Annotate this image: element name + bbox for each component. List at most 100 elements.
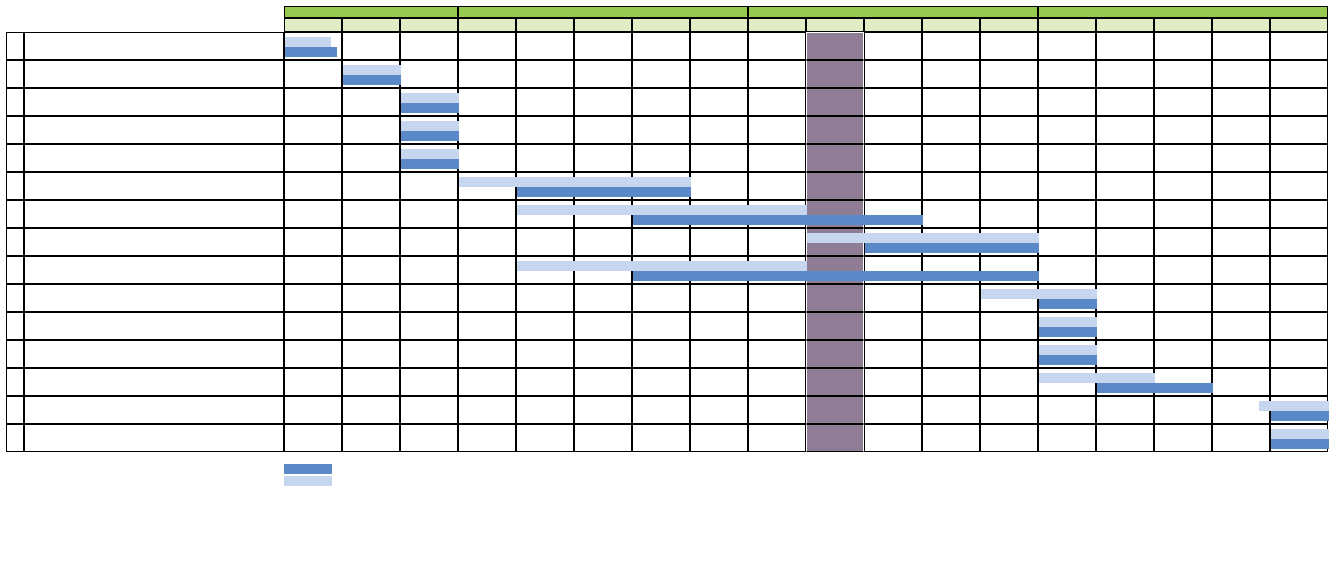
gantt-cell <box>632 340 690 368</box>
month-header-cell <box>748 6 1038 18</box>
gantt-row <box>6 88 1324 116</box>
gantt-cell <box>458 424 516 452</box>
bar-planned <box>517 205 807 215</box>
gantt-cell <box>400 424 458 452</box>
gantt-cell <box>922 368 980 396</box>
bar-planned <box>1271 429 1329 439</box>
row-id-cell <box>6 60 24 88</box>
gantt-row <box>6 200 1324 228</box>
gantt-cell <box>922 172 980 200</box>
bar-actual <box>401 131 459 141</box>
legend <box>284 464 1324 486</box>
gantt-cell <box>1038 200 1096 228</box>
gantt-cell <box>1096 172 1154 200</box>
gantt-cell <box>574 228 632 256</box>
gantt-cell <box>632 116 690 144</box>
gantt-cell <box>458 396 516 424</box>
bar-planned <box>401 93 459 103</box>
gantt-cell <box>516 116 574 144</box>
gantt-cell <box>980 60 1038 88</box>
gantt-row <box>6 396 1324 424</box>
legend-swatch-actual <box>284 464 332 474</box>
gantt-cell <box>1270 340 1328 368</box>
gantt-cell <box>748 368 806 396</box>
gantt-cell <box>690 368 748 396</box>
gantt-cell <box>516 396 574 424</box>
row-name-cell <box>24 368 284 396</box>
gantt-cell <box>1270 256 1328 284</box>
gantt-cell <box>1096 228 1154 256</box>
gantt-cell <box>864 172 922 200</box>
gantt-cell <box>632 32 690 60</box>
bar-planned <box>1039 345 1097 355</box>
gantt-cell <box>458 32 516 60</box>
gantt-cell <box>1154 424 1212 452</box>
gantt-row <box>6 144 1324 172</box>
gantt-cell <box>1212 396 1270 424</box>
week-header-cell <box>400 18 458 32</box>
gantt-cell <box>458 88 516 116</box>
gantt-cell <box>342 424 400 452</box>
week-header-cell <box>342 18 400 32</box>
gantt-cell <box>1212 256 1270 284</box>
gantt-cell <box>748 144 806 172</box>
gantt-cell <box>690 172 748 200</box>
gantt-cell <box>342 284 400 312</box>
bar-planned <box>343 65 401 75</box>
gantt-cell <box>284 60 342 88</box>
gantt-cell <box>284 200 342 228</box>
gantt-cell <box>516 284 574 312</box>
gantt-cell <box>1270 284 1328 312</box>
gantt-row <box>6 368 1324 396</box>
week-header-row <box>6 18 1324 32</box>
gantt-cell <box>458 116 516 144</box>
gantt-cell <box>806 424 864 452</box>
gantt-cell <box>1212 88 1270 116</box>
gantt-row <box>6 116 1324 144</box>
row-name-cell <box>24 32 284 60</box>
gantt-cell <box>980 340 1038 368</box>
gantt-cell <box>632 60 690 88</box>
gantt-cell <box>284 256 342 284</box>
gantt-cell <box>690 340 748 368</box>
gantt-cell <box>690 60 748 88</box>
gantt-cell <box>1270 228 1328 256</box>
gantt-cell <box>516 60 574 88</box>
gantt-cell <box>574 312 632 340</box>
gantt-cell <box>1154 228 1212 256</box>
gantt-row <box>6 60 1324 88</box>
row-id-cell <box>6 32 24 60</box>
gantt-row <box>6 172 1324 200</box>
row-name-cell <box>24 396 284 424</box>
gantt-cell <box>1270 60 1328 88</box>
row-id-cell <box>6 88 24 116</box>
bar-planned <box>981 289 1097 299</box>
week-header-cell <box>690 18 748 32</box>
gantt-cell <box>342 116 400 144</box>
gantt-cell <box>980 396 1038 424</box>
gantt-cell <box>574 284 632 312</box>
gantt-cell <box>400 256 458 284</box>
gantt-cell <box>922 340 980 368</box>
gantt-cell <box>284 396 342 424</box>
gantt-cell <box>1154 32 1212 60</box>
gantt-cell <box>1038 32 1096 60</box>
gantt-cell <box>1038 144 1096 172</box>
gantt-cell <box>458 172 516 200</box>
gantt-cell <box>1038 396 1096 424</box>
gantt-cell <box>1270 88 1328 116</box>
gantt-cell <box>1212 368 1270 396</box>
gantt-cell <box>1038 88 1096 116</box>
row-name-cell <box>24 88 284 116</box>
gantt-cell <box>400 340 458 368</box>
gantt-cell <box>748 284 806 312</box>
gantt-cell <box>342 60 400 88</box>
gantt-cell <box>864 88 922 116</box>
month-header-row <box>6 6 1324 18</box>
gantt-cell <box>922 424 980 452</box>
gantt-cell <box>1096 340 1154 368</box>
gantt-cell <box>922 88 980 116</box>
gantt-cell <box>1212 32 1270 60</box>
gantt-cell <box>1096 396 1154 424</box>
gantt-cell <box>400 228 458 256</box>
